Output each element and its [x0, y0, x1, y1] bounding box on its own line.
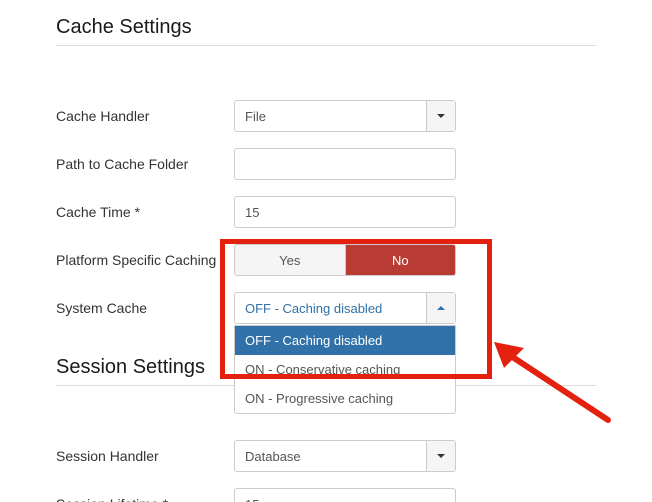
session-lifetime-input[interactable] — [234, 488, 456, 502]
platform-caching-toggle: Yes No — [234, 244, 456, 276]
system-cache-value: OFF - Caching disabled — [235, 293, 426, 323]
cache-handler-value: File — [235, 101, 426, 131]
chevron-up-icon — [426, 293, 455, 323]
cache-time-input[interactable] — [234, 196, 456, 228]
system-cache-select[interactable]: OFF - Caching disabled — [234, 292, 456, 324]
cache-path-input[interactable] — [234, 148, 456, 180]
platform-caching-yes-button[interactable]: Yes — [234, 244, 346, 276]
session-handler-value: Database — [235, 441, 426, 471]
platform-caching-no-button[interactable]: No — [346, 244, 457, 276]
cache-handler-select[interactable]: File — [234, 100, 456, 132]
platform-caching-label: Platform Specific Caching — [56, 252, 234, 268]
system-cache-option-progressive[interactable]: ON - Progressive caching — [235, 384, 455, 413]
chevron-down-icon — [426, 441, 455, 471]
cache-handler-label: Cache Handler — [56, 108, 234, 124]
cache-path-label: Path to Cache Folder — [56, 156, 234, 172]
system-cache-option-conservative[interactable]: ON - Conservative caching — [235, 355, 455, 384]
cache-time-label: Cache Time * — [56, 204, 234, 220]
chevron-down-icon — [426, 101, 455, 131]
system-cache-option-off[interactable]: OFF - Caching disabled — [235, 326, 455, 355]
session-handler-select[interactable]: Database — [234, 440, 456, 472]
session-handler-label: Session Handler — [56, 448, 234, 464]
system-cache-dropdown: OFF - Caching disabled ON - Conservative… — [234, 325, 456, 414]
session-lifetime-label: Session Lifetime * — [56, 496, 234, 502]
divider — [56, 45, 596, 46]
cache-settings-heading: Cache Settings — [56, 10, 596, 39]
system-cache-label: System Cache — [56, 300, 234, 316]
